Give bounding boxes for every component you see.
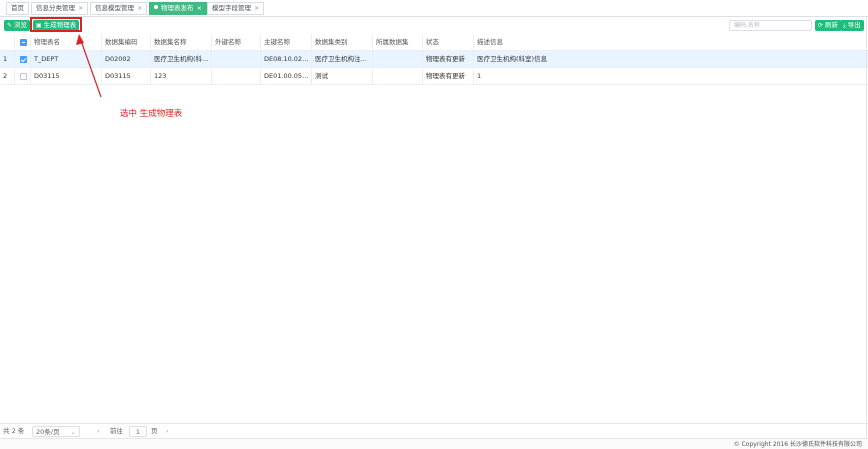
export-button[interactable]: ⤓ 导出 xyxy=(840,20,864,31)
select-all-checkbox[interactable] xyxy=(20,39,27,46)
pagination: 共 2 条 20条/页 ⌄ ‹ 前往 1 页 › xyxy=(0,423,868,438)
table-cell: DE08.10.025.00 xyxy=(261,51,312,68)
page-size-select[interactable]: 20条/页 ⌄ xyxy=(32,426,80,437)
footer: © Copyright 2016 长沙德氏软件科技有限公司 xyxy=(0,438,868,449)
table-cell: 1 xyxy=(477,72,482,80)
column-header[interactable]: 主键名称 xyxy=(261,34,312,51)
page-size-value: 20条/页 xyxy=(36,428,60,436)
column-header[interactable]: 描述信息 xyxy=(474,34,866,51)
column-header[interactable]: 状态 xyxy=(423,34,474,51)
table-cell: 123 xyxy=(151,68,212,85)
chevron-down-icon: ⌄ xyxy=(70,428,76,436)
browse-button[interactable]: ✎ 浏览 xyxy=(4,20,31,31)
refresh-icon: ⟳ xyxy=(818,22,824,29)
column-header[interactable]: 所属数据集 xyxy=(373,34,423,51)
table-cell: D02002 xyxy=(102,51,151,68)
tab-model-field[interactable]: 模型字段管理 × xyxy=(207,2,265,15)
table-cell: 测试 xyxy=(312,68,373,85)
copyright-text: © Copyright 2016 长沙德氏软件科技有限公司 xyxy=(733,441,862,448)
goto-label: 前往 xyxy=(110,427,123,435)
tab-label: 物理表发布 xyxy=(161,4,194,12)
column-header[interactable]: 数据集类别 xyxy=(312,34,373,51)
close-icon[interactable]: × xyxy=(197,4,202,12)
table-cell: D03115 xyxy=(102,68,151,85)
tab-label: 模型字段管理 xyxy=(212,4,251,12)
table-cell xyxy=(212,68,261,85)
active-dot-icon xyxy=(154,5,158,9)
table-cell xyxy=(212,51,261,68)
table-cell: DE01.00.051.06 xyxy=(261,68,312,85)
row-select-cell xyxy=(15,51,31,68)
tab-bar: 首页 信息分类管理 × 信息模型管理 × 物理表发布 × 模型字段管理 × xyxy=(0,0,868,17)
table-cell xyxy=(373,51,423,68)
tab-label: 信息分类管理 xyxy=(36,4,75,12)
table-header: 物理表名 数据集编码 数据集名称 外键名称 主键名称 数据集类别 所属数据集 状… xyxy=(0,34,868,51)
tab-info-model[interactable]: 信息模型管理 × xyxy=(90,2,148,15)
row-index: 1 xyxy=(0,51,15,68)
prev-page-icon[interactable]: ‹ xyxy=(97,426,100,437)
total-count: 共 2 条 xyxy=(3,427,25,435)
tab-label: 信息模型管理 xyxy=(95,4,134,12)
search-input[interactable]: 编码,名称 xyxy=(729,20,812,31)
table-cell: 物理表有更新 xyxy=(423,68,474,85)
table-cell: D03115 xyxy=(31,68,102,85)
table-cell: 医疗卫生机构(科... xyxy=(151,51,212,68)
table-cell: 物理表有更新 xyxy=(423,51,474,68)
tab-info-category[interactable]: 信息分类管理 × xyxy=(31,2,89,15)
close-icon[interactable]: × xyxy=(137,4,142,12)
highlight-box xyxy=(30,17,82,32)
row-checkbox[interactable] xyxy=(20,73,27,80)
tab-physical-table-publish[interactable]: 物理表发布 × xyxy=(149,2,207,15)
download-icon: ⤓ xyxy=(843,22,846,29)
close-icon[interactable]: × xyxy=(254,4,259,12)
index-header xyxy=(0,34,15,51)
table-row[interactable]: 1 T_DEPT D02002 医疗卫生机构(科... DE08.10.025.… xyxy=(0,51,868,68)
page-suffix: 页 xyxy=(151,427,158,435)
annotation-text: 选中 生成物理表 xyxy=(120,109,183,119)
tab-home[interactable]: 首页 xyxy=(6,2,29,15)
column-header[interactable]: 数据集名称 xyxy=(151,34,212,51)
table-cell: 医疗卫生机构(科室)信息 xyxy=(477,55,548,63)
column-header[interactable]: 外键名称 xyxy=(212,34,261,51)
refresh-label: 刷新 xyxy=(825,21,839,29)
refresh-button[interactable]: ⟳ 刷新 xyxy=(815,20,842,31)
row-checkbox[interactable] xyxy=(20,56,27,63)
edit-icon: ✎ xyxy=(7,22,13,29)
table-row[interactable]: 2 D03115 D03115 123 DE01.00.051.06 测试 物理… xyxy=(0,68,868,85)
tab-label: 首页 xyxy=(11,4,24,12)
table-cell: 医疗卫生机构注册... xyxy=(312,51,373,68)
table-cell: T_DEPT xyxy=(31,51,102,68)
column-header[interactable]: 物理表名 xyxy=(31,34,102,51)
browse-label: 浏览 xyxy=(14,21,28,29)
page-input[interactable]: 1 xyxy=(129,426,147,437)
export-label: 导出 xyxy=(847,21,861,29)
select-all-cell xyxy=(15,34,31,51)
next-page-icon[interactable]: › xyxy=(166,426,169,437)
right-border xyxy=(866,17,867,438)
row-index: 2 xyxy=(0,68,15,85)
table-cell xyxy=(373,68,423,85)
row-select-cell xyxy=(15,68,31,85)
column-header[interactable]: 数据集编码 xyxy=(102,34,151,51)
close-icon[interactable]: × xyxy=(78,4,83,12)
